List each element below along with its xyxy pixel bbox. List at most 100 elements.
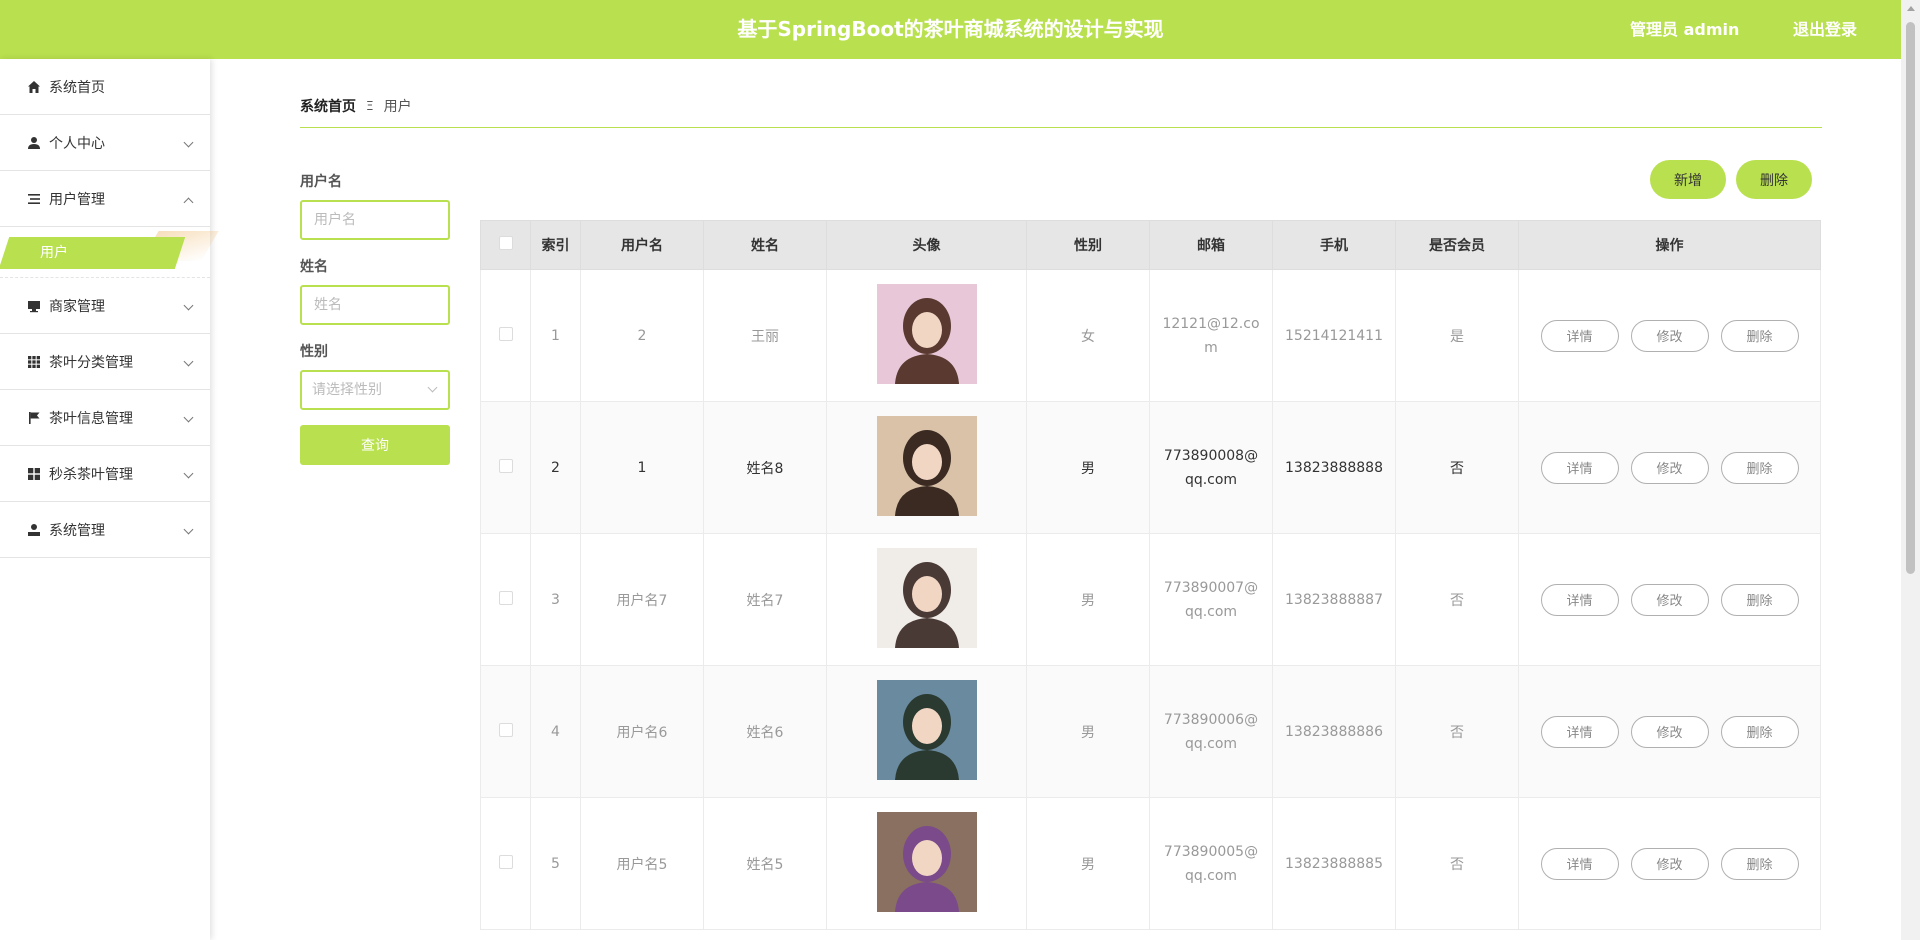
cell-name: 姓名5: [703, 797, 827, 930]
home-icon: [27, 80, 41, 94]
cell-phone: 13823888885: [1272, 797, 1396, 930]
column-header-email: 邮箱: [1149, 220, 1273, 270]
cell-gender: 男: [1026, 401, 1150, 534]
detail-button[interactable]: 详情: [1540, 583, 1619, 616]
cell-index: 2: [530, 401, 581, 534]
email-text: 773890006@qq.com: [1163, 711, 1259, 752]
column-header-gender: 性别: [1026, 220, 1150, 270]
avatar: [876, 547, 977, 648]
scroll-thumb[interactable]: [1906, 22, 1915, 574]
person-icon: [27, 523, 41, 537]
detail-button[interactable]: 详情: [1540, 319, 1619, 352]
row-checkbox[interactable]: [498, 326, 513, 341]
email-text: 773890008@qq.com: [1163, 447, 1259, 488]
users-submenu: 用户: [0, 227, 219, 278]
username-input[interactable]: [300, 200, 450, 240]
delete-button[interactable]: 删除: [1720, 319, 1799, 352]
cell-name: 姓名8: [703, 401, 827, 534]
sidebar-item-users[interactable]: 用户管理: [0, 171, 210, 227]
cell-username: 用户名7: [580, 533, 704, 666]
sidebar-item-merchants[interactable]: 商家管理: [0, 278, 210, 334]
column-header-actions: 操作: [1518, 220, 1821, 270]
current-user: 管理员 admin: [1630, 20, 1740, 39]
batch-delete-button[interactable]: 删除: [1736, 160, 1812, 199]
breadcrumb-home[interactable]: 系统首页: [300, 96, 356, 116]
cell-gender: 男: [1026, 665, 1150, 798]
row-checkbox[interactable]: [498, 722, 513, 737]
row-select-cell: [480, 797, 531, 930]
page-scrollbar[interactable]: [1901, 0, 1920, 940]
row-select-cell: [480, 533, 531, 666]
chevron-down-icon: [183, 300, 194, 311]
column-header-name: 姓名: [703, 220, 827, 270]
sidebar-item-personal[interactable]: 个人中心: [0, 115, 210, 171]
query-button[interactable]: 查询: [300, 425, 450, 465]
sidebar-item-home[interactable]: 系统首页: [0, 59, 210, 115]
delete-button[interactable]: 删除: [1720, 451, 1799, 484]
row-select-cell: [480, 269, 531, 402]
add-button[interactable]: 新增: [1650, 160, 1726, 199]
scroll-up-arrow[interactable]: [1907, 6, 1915, 11]
row-checkbox[interactable]: [498, 590, 513, 605]
cell-email: 773890005@qq.com: [1149, 797, 1273, 930]
detail-button[interactable]: 详情: [1540, 715, 1619, 748]
detail-button[interactable]: 详情: [1540, 451, 1619, 484]
edit-button[interactable]: 修改: [1630, 715, 1709, 748]
cell-username: 用户名6: [580, 665, 704, 798]
logout-link[interactable]: 退出登录: [1793, 0, 1857, 59]
chevron-down-icon: [183, 412, 194, 423]
sidebar-item-label: 系统管理: [49, 522, 105, 539]
sidebar-item-label: 系统首页: [49, 79, 105, 96]
sidebar-item-system[interactable]: 系统管理: [0, 502, 210, 558]
cell-email: 773890007@qq.com: [1149, 533, 1273, 666]
edit-button[interactable]: 修改: [1630, 451, 1709, 484]
avatar: [876, 679, 977, 780]
select-all-checkbox[interactable]: [498, 236, 513, 250]
cell-name: 姓名7: [703, 533, 827, 666]
detail-button[interactable]: 详情: [1540, 847, 1619, 880]
sidebar-item-flash-sale[interactable]: 秒杀茶叶管理: [0, 446, 210, 502]
cell-member: 否: [1395, 401, 1519, 534]
cell-phone: 13823888886: [1272, 665, 1396, 798]
cell-member: 是: [1395, 269, 1519, 402]
cell-phone: 13823888888: [1272, 401, 1396, 534]
submenu-item-user[interactable]: 用户: [0, 237, 186, 269]
cell-gender: 男: [1026, 797, 1150, 930]
column-header-username: 用户名: [580, 220, 704, 270]
sidebar-item-label: 茶叶分类管理: [49, 354, 133, 371]
breadcrumb-divider: [300, 127, 1822, 128]
sidebar-item-label: 茶叶信息管理: [49, 410, 133, 427]
cell-username: 用户名5: [580, 797, 704, 930]
submenu-item-label: 用户: [40, 245, 68, 261]
edit-button[interactable]: 修改: [1630, 847, 1709, 880]
sidebar-item-tea-info[interactable]: 茶叶信息管理: [0, 390, 210, 446]
chevron-down-icon: [183, 468, 194, 479]
edit-button[interactable]: 修改: [1630, 583, 1709, 616]
chevron-down-icon: [427, 382, 438, 393]
grid-icon: [27, 467, 41, 481]
edit-button[interactable]: 修改: [1630, 319, 1709, 352]
row-actions: 详情 修改 删除: [1519, 451, 1820, 484]
cell-actions: 详情 修改 删除: [1518, 797, 1821, 930]
cell-name: 姓名6: [703, 665, 827, 798]
delete-button[interactable]: 删除: [1720, 583, 1799, 616]
cell-member: 否: [1395, 797, 1519, 930]
gender-select[interactable]: 请选择性别: [300, 370, 450, 410]
username-label: 用户名: [300, 174, 342, 190]
cell-index: 5: [530, 797, 581, 930]
sidebar-item-tea-category[interactable]: 茶叶分类管理: [0, 334, 210, 390]
row-select-cell: [480, 401, 531, 534]
row-actions: 详情 修改 删除: [1519, 847, 1820, 880]
cell-username: 2: [580, 269, 704, 402]
row-checkbox[interactable]: [498, 854, 513, 869]
table-row: 1 2 王丽 女 12121@12.com 15214121411 是详情 修改 删除: [480, 269, 1821, 402]
flag-icon: [27, 411, 41, 425]
column-header-avatar: 头像: [826, 220, 1027, 270]
name-input[interactable]: [300, 285, 450, 325]
delete-button[interactable]: 删除: [1720, 847, 1799, 880]
delete-button[interactable]: 删除: [1720, 715, 1799, 748]
avatar: [876, 415, 977, 516]
cell-avatar: [826, 269, 1027, 402]
sidebar-item-label: 商家管理: [49, 298, 105, 315]
row-checkbox[interactable]: [498, 458, 513, 473]
